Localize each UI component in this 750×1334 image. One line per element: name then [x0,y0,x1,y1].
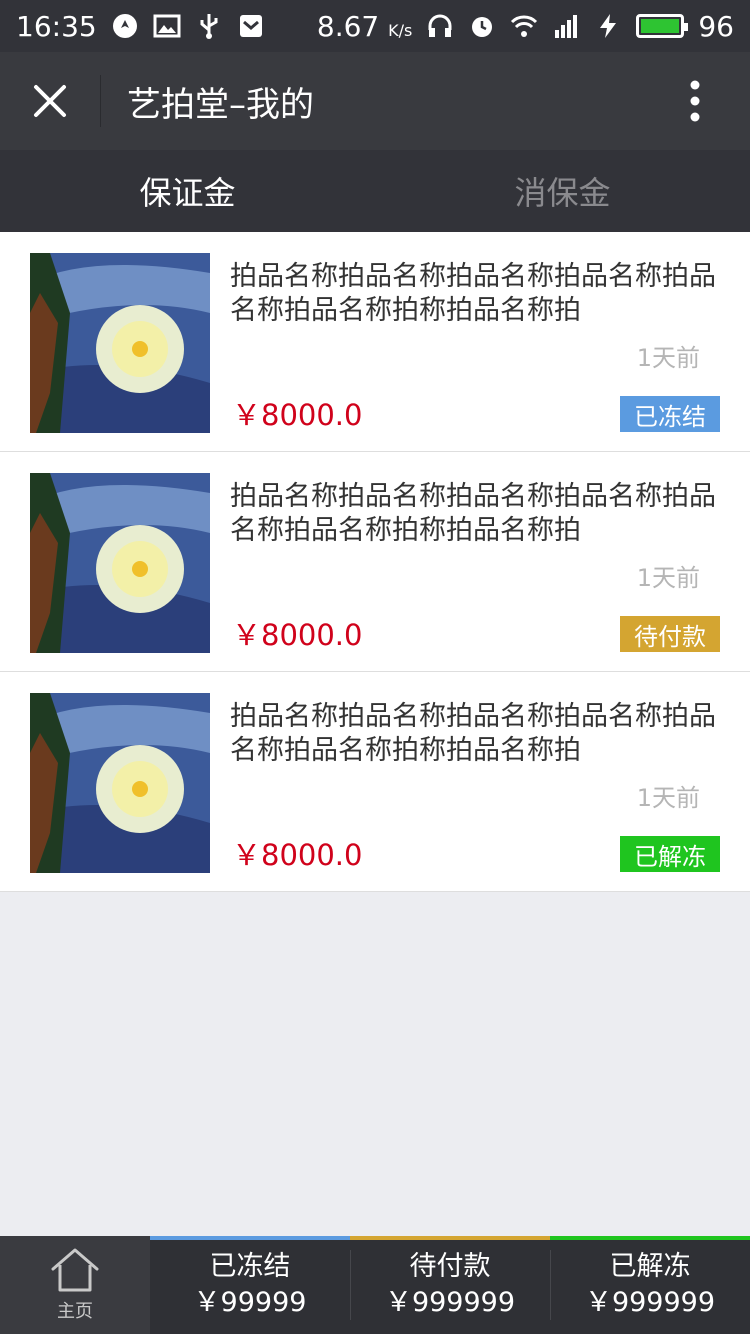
wifi-icon [511,15,538,37]
lot-price: ￥8000.0 [232,398,363,432]
alarm-icon [472,17,493,37]
page-title: 艺拍堂–我的 [127,84,314,125]
lot-time: 1天前 [636,564,700,592]
lot-price: ￥8000.0 [232,838,363,872]
battery-icon [636,14,689,38]
summary-label: 待付款 [409,1251,491,1282]
headphones-icon [428,14,452,37]
deposit-list: 拍品名称拍品名称拍品名称拍品名称拍品名称拍品名称拍称拍品名称拍 1天前 ￥800… [0,232,750,892]
home-label: 主页 [57,1301,93,1322]
status-badge: 已解冻 [620,836,720,872]
more-options-button[interactable] [640,52,750,150]
summary-accent-line [550,1236,750,1240]
cell-signal-icon [555,15,578,38]
close-button[interactable] [0,52,100,150]
status-badge: 待付款 [620,616,720,652]
summary-pending-payment[interactable]: 待付款 ￥999999 [350,1236,550,1334]
status-bar: 16:35 8.67 K/s 96 [0,0,750,52]
home-button[interactable]: 主页 [0,1236,150,1334]
mail-notification-icon [239,15,262,37]
summary-amount: ￥999999 [584,1287,716,1318]
app-notification-icon [112,14,137,38]
home-icon [51,1248,99,1292]
tab-bar: 保证金 消保金 [0,150,750,232]
painting-image [30,473,210,653]
summary-amount: ￥999999 [384,1287,516,1318]
lot-time: 1天前 [636,344,700,372]
lot-time: 1天前 [636,784,700,812]
list-item[interactable]: 拍品名称拍品名称拍品名称拍品名称拍品名称拍品名称拍称拍品名称拍 1天前 ￥800… [0,672,750,892]
list-item[interactable]: 拍品名称拍品名称拍品名称拍品名称拍品名称拍品名称拍称拍品名称拍 1天前 ￥800… [0,232,750,452]
lot-name: 拍品名称拍品名称拍品名称拍品名称拍品名称拍品名称拍称拍品名称拍 [230,261,716,326]
summary-accent-line [350,1236,550,1240]
list-item[interactable]: 拍品名称拍品名称拍品名称拍品名称拍品名称拍品名称拍称拍品名称拍 1天前 ￥800… [0,452,750,672]
image-notification-icon [153,14,181,38]
battery-percent: 96 [698,9,734,43]
status-bar-right: 8.67 K/s 96 [317,10,734,43]
lot-price: ￥8000.0 [232,618,363,652]
tab-consumer-deposit[interactable]: 消保金 [375,150,750,232]
painting-image [30,693,210,873]
network-speed-unit: K/s [388,20,413,40]
lot-thumbnail [30,253,210,433]
more-vertical-icon [690,80,700,122]
charging-icon [600,14,617,38]
summary-unfrozen[interactable]: 已解冻 ￥999999 [550,1236,750,1334]
tab-deposit[interactable]: 保证金 [0,150,375,232]
summary-divider [350,1250,351,1320]
lot-thumbnail [30,473,210,653]
summary-divider [550,1250,551,1320]
status-time: 16:35 [16,9,97,43]
status-bar-left: 16:35 [16,10,265,43]
painting-image [30,253,210,433]
summary-amount: ￥99999 [193,1287,307,1318]
summary-accent-line [150,1236,350,1240]
nav-bar: 艺拍堂–我的 [0,52,750,150]
bottom-bar: 主页 已冻结 ￥99999 待付款 ￥999999 已解冻 ￥999999 [0,1236,750,1334]
battery-level [641,19,680,33]
summary-frozen[interactable]: 已冻结 ￥99999 [150,1236,350,1334]
status-badge: 已冻结 [620,396,720,432]
usb-icon [200,14,218,39]
summary-label: 已冻结 [209,1251,291,1282]
lot-thumbnail [30,693,210,873]
close-icon [34,85,66,117]
lot-name: 拍品名称拍品名称拍品名称拍品名称拍品名称拍品名称拍称拍品名称拍 [230,701,716,766]
lot-name: 拍品名称拍品名称拍品名称拍品名称拍品名称拍品名称拍称拍品名称拍 [230,481,716,546]
summary-label: 已解冻 [609,1251,691,1282]
network-speed-value: 8.67 [316,9,380,43]
network-speed: 8.67 K/s [317,10,412,43]
